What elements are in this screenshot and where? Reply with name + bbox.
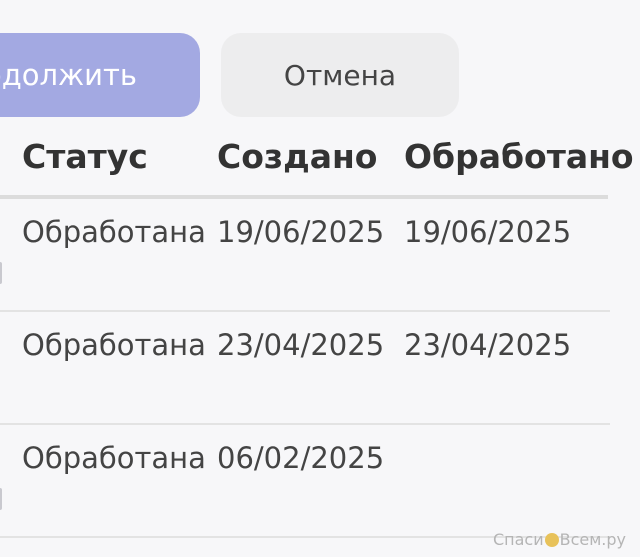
continue-button-label: одолжить: [0, 58, 137, 92]
cell-processed: 19/06/2025: [404, 215, 572, 249]
cell-status: Обработана: [22, 215, 206, 249]
cell-created: 06/02/2025: [217, 441, 385, 475]
row-divider: [0, 423, 610, 425]
header-divider: [0, 195, 608, 199]
continue-button[interactable]: одолжить: [0, 33, 200, 117]
screen: одолжить Отмена Статус Создано Обработан…: [0, 0, 640, 557]
column-header-status: Статус: [22, 137, 148, 176]
cell-created: 23/04/2025: [217, 328, 385, 362]
cell-status: Обработана: [22, 328, 206, 362]
watermark-logo-icon: [544, 533, 559, 547]
column-header-created: Создано: [217, 137, 378, 176]
row-side-marker: [0, 262, 2, 284]
cell-status: Обработана: [22, 441, 206, 475]
watermark-text-left: Спаси: [492, 530, 544, 549]
cancel-button-label: Отмена: [283, 58, 397, 92]
cell-created: 19/06/2025: [217, 215, 385, 249]
column-header-processed: Обработано: [404, 137, 634, 176]
cell-processed: 23/04/2025: [404, 328, 572, 362]
site-watermark: Спаси Всем.ру: [493, 530, 626, 549]
watermark-text-right: Всем.ру: [559, 530, 626, 549]
row-side-marker: [0, 488, 2, 510]
cancel-button[interactable]: Отмена: [221, 33, 459, 117]
row-divider: [0, 310, 610, 312]
